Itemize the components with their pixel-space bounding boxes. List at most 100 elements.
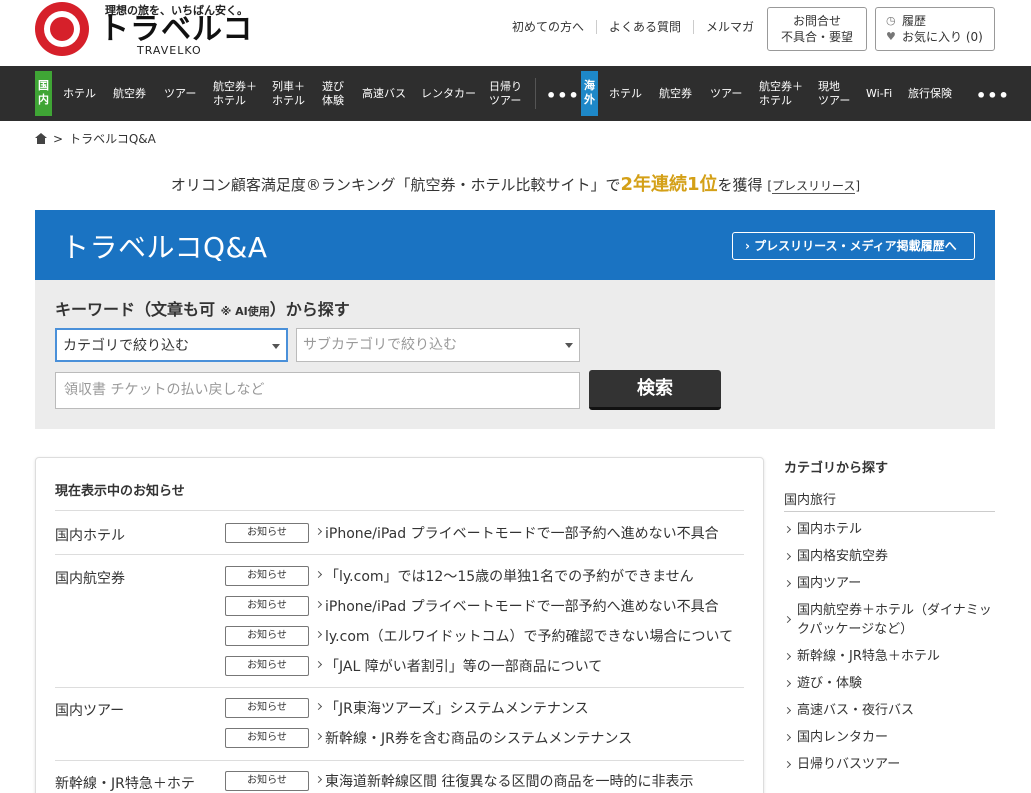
subcategory-select-placeholder: サブカテゴリで絞り込む (303, 337, 457, 353)
nav-overseas-air-hotel[interactable]: 航空券＋ ホテル (759, 66, 803, 121)
first-time-link[interactable]: 初めての方へ (500, 20, 598, 34)
chevron-right-icon (314, 570, 323, 579)
notice-tag: お知らせ (225, 656, 309, 676)
notices-panel: 現在表示中のお知らせ 国内ホテル お知らせ iPhone/iPad プライベート… (35, 457, 764, 793)
notice-link[interactable]: 「JAL 障がい者割引」等の一部商品について (325, 659, 602, 675)
press-media-history-button[interactable]: › プレスリリース・メディア掲載履歴へ (732, 232, 975, 260)
favorites-button[interactable]: ♥ お気に入り (0) (886, 29, 994, 45)
notice-link[interactable]: 「JR東海ツアーズ」システムメンテナンス (325, 701, 589, 717)
domestic-more-icon[interactable]: ••• (546, 86, 580, 105)
nav-rental-car[interactable]: レンタカー (421, 66, 476, 121)
subcategory-select[interactable]: サブカテゴリで絞り込む (296, 328, 580, 362)
notice-tag: お知らせ (225, 698, 309, 718)
chevron-right-icon (783, 652, 792, 661)
notice-link[interactable]: 東海道新幹線区間 往復異なる区間の商品を一時的に非表示 (325, 774, 693, 790)
notice-item[interactable]: お知らせ 「ly.com」では12〜15歳の単独1名での予約ができません (225, 566, 694, 586)
logo-subtitle: TRAVELKO (137, 44, 202, 57)
logo-name: トラベルコ (99, 12, 254, 47)
sidebar-item-dynamic-package[interactable]: 国内航空券＋ホテル（ダイナミックパッケージなど） (783, 601, 997, 639)
nav-domestic-air[interactable]: 航空券 (113, 66, 146, 121)
favorites-label: お気に入り (0) (902, 30, 983, 44)
qa-title-banner: トラベルコQ&A › プレスリリース・メディア掲載履歴へ (35, 210, 995, 280)
nav-overseas-air[interactable]: 航空券 (659, 66, 692, 121)
notice-group-label: 新幹線・JR特急＋ホテ (55, 776, 195, 792)
nav-domestic-tour[interactable]: ツアー (164, 66, 196, 121)
history-label: 履歴 (902, 14, 927, 28)
notice-link[interactable]: 「ly.com」では12〜15歳の単独1名での予約ができません (325, 569, 694, 585)
notice-tag: お知らせ (225, 728, 309, 748)
notice-link[interactable]: ly.com（エルワイドットコム）で予約確認できない場合について (325, 629, 733, 645)
mascot-logo-icon (35, 2, 89, 56)
press-release-link[interactable]: プレスリリース (772, 179, 856, 194)
chevron-right-icon (314, 630, 323, 639)
chevron-right-icon: › (745, 239, 755, 253)
sidebar-item-domestic-tour[interactable]: 国内ツアー (783, 574, 997, 593)
search-button[interactable]: 検索 (589, 370, 721, 410)
notice-link[interactable]: iPhone/iPad プライベートモードで一部予約へ進めない不具合 (325, 599, 719, 615)
chevron-right-icon (783, 733, 792, 742)
nav-domestic-hotel[interactable]: ホテル (63, 66, 96, 121)
nav-wifi[interactable]: Wi-Fi (866, 66, 892, 121)
overseas-more-icon[interactable]: ••• (976, 86, 1010, 105)
notice-item[interactable]: お知らせ 東海道新幹線区間 往復異なる区間の商品を一時的に非表示 (225, 771, 693, 791)
history-button[interactable]: ◷ 履歴 (886, 13, 994, 29)
clock-history-icon: ◷ (886, 14, 896, 27)
nav-overseas-tour[interactable]: ツアー (710, 66, 742, 121)
notice-item[interactable]: お知らせ ly.com（エルワイドットコム）で予約確認できない場合について (225, 626, 733, 646)
notice-group-domestic-air: 国内航空券 お知らせ 「ly.com」では12〜15歳の単独1名での予約ができま… (55, 555, 744, 688)
site-header: 理想の旅を、いちばん安く。 トラベルコ TRAVELKO 初めての方へ よくある… (0, 0, 1031, 66)
notice-group-domestic-tour: 国内ツアー お知らせ 「JR東海ツアーズ」システムメンテナンス お知らせ 新幹線… (55, 688, 744, 761)
award-highlight: 2年連続1位 (620, 174, 718, 195)
sidebar-item-highway-bus[interactable]: 高速バス・夜行バス (783, 701, 997, 720)
sidebar-item-label: 高速バス・夜行バス (797, 703, 915, 718)
category-select-value: カテゴリで絞り込む (63, 338, 189, 354)
notice-link[interactable]: iPhone/iPad プライベートモードで一部予約へ進めない不具合 (325, 526, 719, 542)
notice-link[interactable]: 新幹線・JR券を含む商品のシステムメンテナンス (325, 731, 632, 747)
nav-highway-bus[interactable]: 高速バス (362, 66, 406, 121)
notice-tag: お知らせ (225, 596, 309, 616)
sidebar-item-label: 国内レンタカー (797, 730, 889, 745)
notice-tag: お知らせ (225, 771, 309, 791)
sidebar-item-domestic-hotel[interactable]: 国内ホテル (783, 520, 997, 539)
sidebar-item-domestic-air[interactable]: 国内格安航空券 (783, 547, 997, 566)
home-icon[interactable] (35, 133, 47, 144)
breadcrumb-current: トラベルコQ&A (69, 132, 156, 146)
sidebar-item-label: 新幹線・JR特急＋ホテル (797, 649, 940, 664)
notice-item[interactable]: お知らせ 「JAL 障がい者割引」等の一部商品について (225, 656, 602, 676)
page-title: トラベルコQ&A (61, 231, 268, 264)
notice-item[interactable]: お知らせ 「JR東海ツアーズ」システムメンテナンス (225, 698, 589, 718)
chevron-right-icon (783, 706, 792, 715)
notice-item[interactable]: お知らせ 新幹線・JR券を含む商品のシステムメンテナンス (225, 728, 632, 748)
keyword-input-placeholder: 領収書 チケットの払い戻しなど (64, 382, 265, 398)
notice-item[interactable]: お知らせ iPhone/iPad プライベートモードで一部予約へ進めない不具合 (225, 523, 719, 543)
sidebar-item-label: 国内ツアー (797, 576, 862, 591)
chevron-right-icon (314, 527, 323, 536)
notice-group-label: 国内ホテル (55, 528, 125, 544)
keyword-input[interactable]: 領収書 チケットの払い戻しなど (55, 372, 580, 409)
search-heading-note: ※ AI使用 (220, 305, 270, 318)
notices-title: 現在表示中のお知らせ (55, 484, 185, 499)
sidebar-item-shinkansen-hotel[interactable]: 新幹線・JR特急＋ホテル (783, 647, 997, 666)
nav-local-tour[interactable]: 現地 ツアー (818, 66, 850, 121)
sidebar-item-day-bus-tour[interactable]: 日帰りバスツアー (783, 755, 997, 774)
contact-button[interactable]: お問合せ 不具合・要望 (767, 7, 867, 51)
newsletter-link[interactable]: メルマガ (694, 20, 766, 34)
notice-item[interactable]: お知らせ iPhone/iPad プライベートモードで一部予約へ進めない不具合 (225, 596, 719, 616)
faq-link[interactable]: よくある質問 (597, 20, 695, 34)
nav-train-hotel[interactable]: 列車＋ ホテル (272, 66, 305, 121)
header-links: 初めての方へ よくある質問 メルマガ (500, 20, 766, 34)
category-select[interactable]: カテゴリで絞り込む (55, 328, 288, 362)
nav-activities[interactable]: 遊び 体験 (322, 66, 344, 121)
award-suffix: を獲得 (717, 176, 763, 194)
travelko-logo[interactable]: 理想の旅を、いちばん安く。 トラベルコ TRAVELKO (35, 0, 252, 60)
chevron-down-icon (272, 344, 280, 349)
sidebar-item-activities[interactable]: 遊び・体験 (783, 674, 997, 693)
nav-divider (535, 78, 536, 109)
sidebar-item-rental-car[interactable]: 国内レンタカー (783, 728, 997, 747)
nav-day-tour[interactable]: 日帰り ツアー (489, 66, 522, 121)
nav-travel-insurance[interactable]: 旅行保険 (908, 66, 952, 121)
nav-overseas-hotel[interactable]: ホテル (609, 66, 642, 121)
notice-group-label: 国内ツアー (55, 703, 125, 719)
overseas-badge: 海外 (581, 71, 598, 116)
nav-domestic-air-hotel[interactable]: 航空券＋ ホテル (213, 66, 257, 121)
